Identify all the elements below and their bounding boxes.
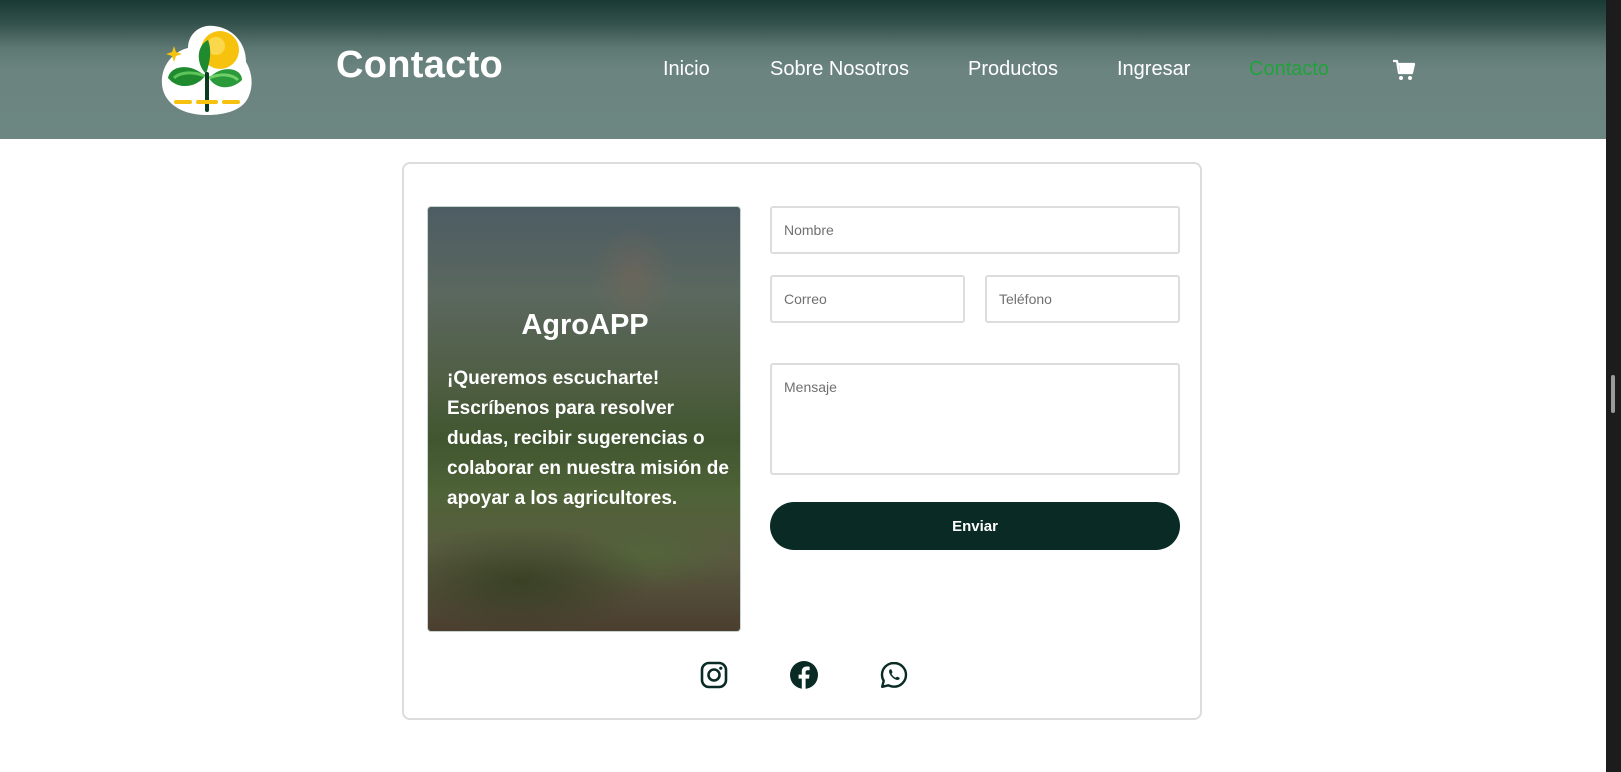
correo-field[interactable] — [770, 275, 965, 323]
scrollbar-thumb[interactable] — [1611, 375, 1615, 413]
nav-link-sobre-nosotros[interactable]: Sobre Nosotros — [770, 58, 909, 81]
page-title: Contacto — [336, 44, 504, 86]
shopping-cart-icon[interactable] — [1392, 58, 1416, 82]
enviar-button[interactable]: Enviar — [770, 502, 1180, 550]
nav-link-inicio[interactable]: Inicio — [663, 58, 710, 81]
telefono-field[interactable] — [985, 275, 1180, 323]
nav-link-contacto[interactable]: Contacto — [1249, 58, 1329, 81]
mensaje-field[interactable] — [770, 363, 1180, 475]
facebook-icon[interactable] — [789, 660, 819, 690]
nombre-field[interactable] — [770, 206, 1180, 254]
whatsapp-icon[interactable] — [879, 660, 909, 690]
site-header: Contacto Inicio Sobre Nosotros Productos… — [0, 0, 1606, 139]
instagram-icon[interactable] — [699, 660, 729, 690]
promo-title: AgroAPP — [521, 309, 649, 341]
contact-card: AgroAPP ¡Queremos escucharte! Escríbenos… — [402, 162, 1202, 720]
contact-page: Contacto Inicio Sobre Nosotros Productos… — [0, 0, 1621, 772]
nav-link-productos[interactable]: Productos — [968, 58, 1058, 81]
sprout-sun-logo[interactable] — [158, 20, 256, 120]
promo-text: ¡Queremos escucharte! Escríbenos para re… — [447, 368, 729, 509]
vertical-scrollbar[interactable] — [1606, 0, 1621, 772]
promo-panel: AgroAPP ¡Queremos escucharte! Escríbenos… — [427, 206, 741, 632]
nav-link-ingresar[interactable]: Ingresar — [1117, 58, 1190, 81]
